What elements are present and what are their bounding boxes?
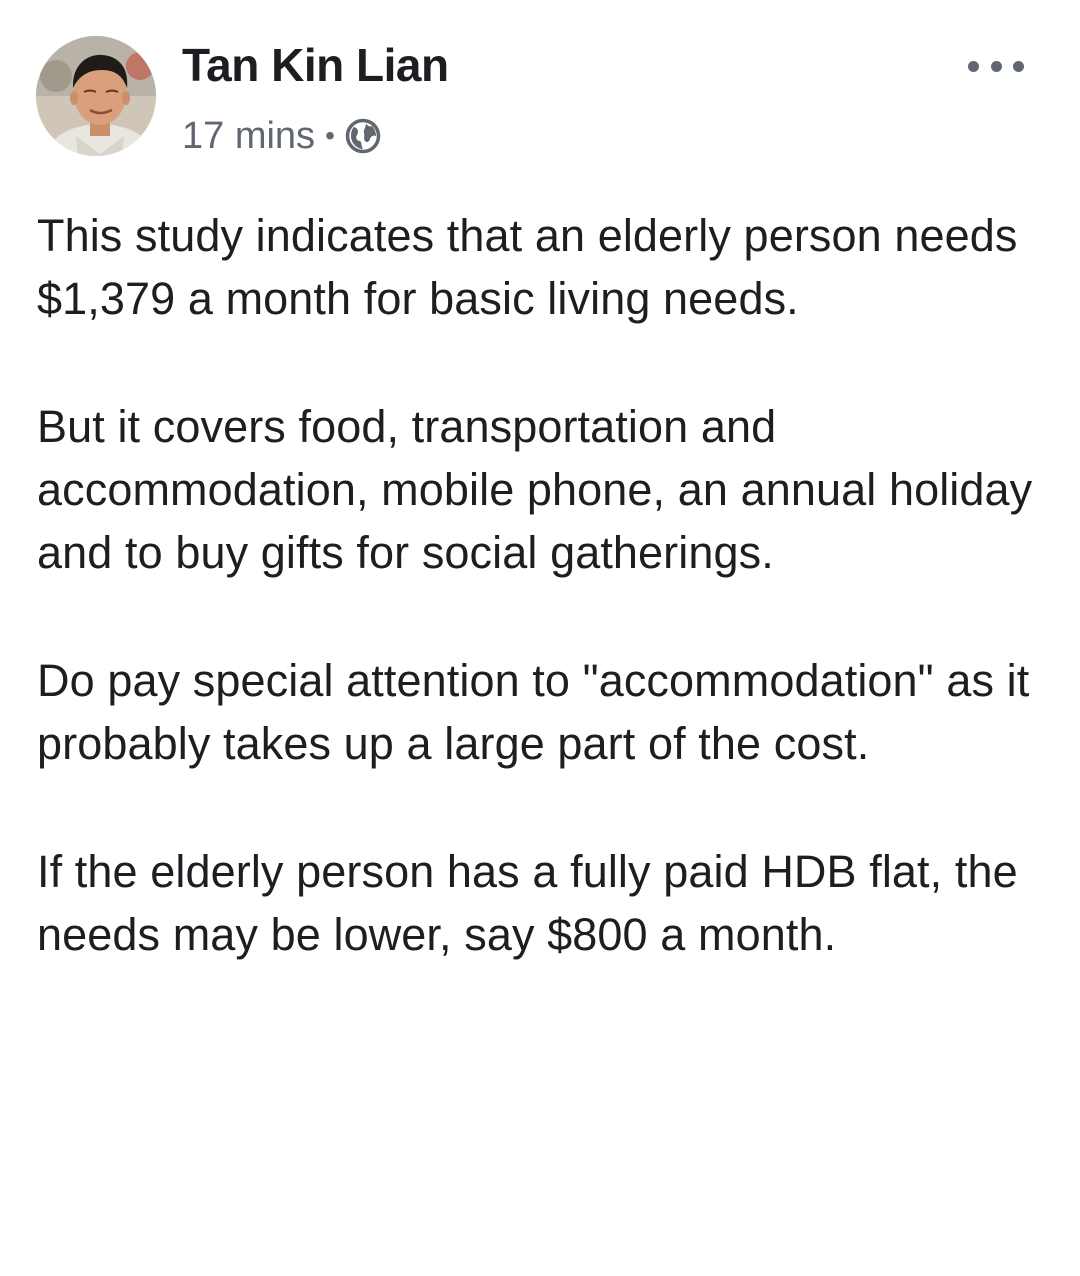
post-paragraph: If the elderly person has a fully paid H…	[37, 846, 1018, 960]
author-name[interactable]: Tan Kin Lian	[182, 38, 449, 92]
post-header: Tan Kin Lian 17 mins •	[36, 36, 1044, 160]
post-meta: 17 mins •	[182, 112, 381, 160]
post-paragraph: Do pay special attention to "accommodati…	[37, 655, 1030, 769]
globe-icon[interactable]	[345, 118, 381, 154]
post-paragraph: This study indicates that an elderly per…	[37, 210, 1018, 324]
post-paragraph: But it covers food, transportation and a…	[37, 401, 1033, 578]
more-dot-icon	[990, 60, 1002, 72]
post-body: This study indicates that an elderly per…	[37, 204, 1047, 966]
more-dot-icon	[968, 60, 979, 72]
post-timestamp[interactable]: 17 mins	[182, 115, 315, 158]
profile-photo-icon	[36, 36, 156, 156]
meta-separator: •	[325, 120, 335, 151]
more-dot-icon	[1013, 60, 1024, 72]
avatar[interactable]	[36, 36, 156, 156]
more-options-button[interactable]	[968, 46, 1024, 86]
